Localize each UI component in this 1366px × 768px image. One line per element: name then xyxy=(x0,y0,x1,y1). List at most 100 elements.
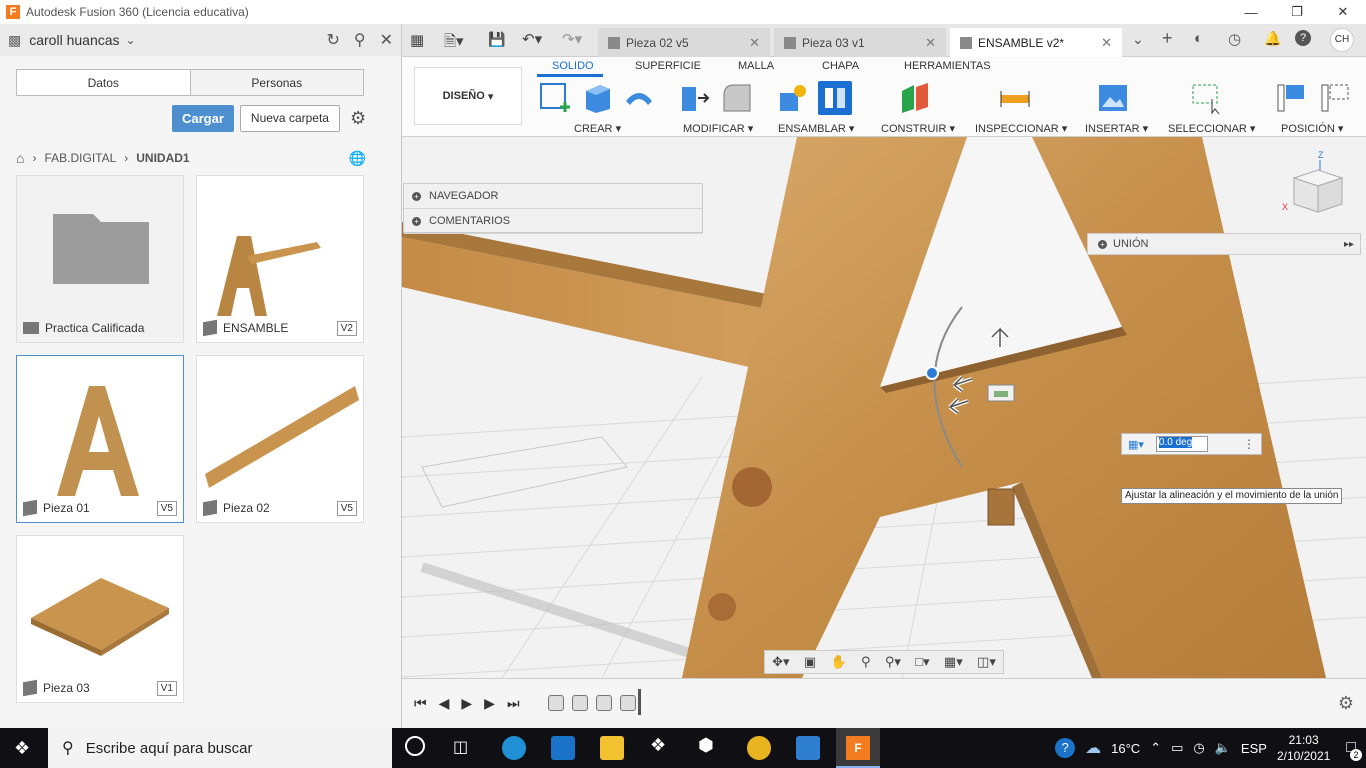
version-badge[interactable]: V5 xyxy=(336,500,357,516)
group-insertar[interactable]: INSERTAR ▾ xyxy=(1085,122,1148,135)
group-seleccionar[interactable]: SELECCIONAR ▾ xyxy=(1168,122,1255,135)
file-explorer-icon[interactable] xyxy=(600,736,624,760)
taskbar-search[interactable]: ⚲ Escribe aquí para buscar xyxy=(48,728,392,768)
photos-icon[interactable] xyxy=(796,736,820,760)
clock[interactable]: 21:03 2/10/2021 xyxy=(1277,732,1330,764)
go-to-end-icon[interactable]: ⏭ xyxy=(507,695,520,712)
new-component-icon[interactable] xyxy=(776,81,810,115)
app-icon[interactable]: ⬢ xyxy=(698,735,714,756)
chevron-down-icon[interactable]: ⌄ xyxy=(126,33,136,47)
timeline-feature-icon[interactable] xyxy=(620,695,636,711)
minimize-button[interactable]: — xyxy=(1228,0,1274,24)
viewcube-icon[interactable]: Z X xyxy=(1280,148,1354,222)
dropbox-icon[interactable]: ❖ xyxy=(650,735,666,756)
weather-icon[interactable]: ☁ xyxy=(1085,738,1101,758)
comments-row[interactable]: + COMENTARIOS xyxy=(404,209,702,234)
wifi-icon[interactable]: ◷ xyxy=(1193,740,1204,756)
tab-datos[interactable]: Datos xyxy=(17,70,191,95)
orbit-icon[interactable]: ✥▾ xyxy=(772,654,789,670)
chevron-down-icon[interactable]: ⌄ xyxy=(1132,31,1144,48)
position-icon[interactable] xyxy=(1274,81,1308,115)
home-icon[interactable]: ⌂ xyxy=(16,150,24,166)
close-tab-icon[interactable]: ✕ xyxy=(749,35,760,51)
close-button[interactable]: ✕ xyxy=(1320,0,1366,24)
timeline-feature-icon[interactable] xyxy=(596,695,612,711)
chrome-icon[interactable] xyxy=(747,736,771,760)
new-tab-icon[interactable]: + xyxy=(1162,28,1173,49)
alignment-dropdown-icon[interactable]: ▦▾ xyxy=(1128,438,1144,451)
language-indicator[interactable]: ESP xyxy=(1241,741,1267,756)
group-construir[interactable]: CONSTRUIR ▾ xyxy=(881,122,955,135)
fillet-icon[interactable] xyxy=(720,81,754,115)
list-item[interactable]: Practica Calificada xyxy=(16,175,184,343)
navigator-row[interactable]: + NAVEGADOR xyxy=(404,184,702,209)
extrude-icon[interactable] xyxy=(580,81,614,115)
redo-icon[interactable]: ↷▾ xyxy=(562,30,582,48)
close-tab-icon[interactable]: ✕ xyxy=(1101,35,1112,51)
mail-icon[interactable] xyxy=(551,736,575,760)
joint-icon[interactable] xyxy=(818,81,852,115)
close-icon[interactable]: ✕ xyxy=(380,30,393,50)
insert-image-icon[interactable] xyxy=(1096,81,1130,115)
search-icon[interactable]: ⚲ xyxy=(354,30,366,50)
file-menu-icon[interactable]: 🗎▾ xyxy=(444,31,464,56)
group-posicion[interactable]: POSICIÓN ▾ xyxy=(1281,122,1343,135)
step-forward-icon[interactable]: ▶ xyxy=(484,695,495,712)
extensions-icon[interactable]: ◐ xyxy=(1194,30,1203,47)
press-pull-icon[interactable] xyxy=(678,81,712,115)
grid-settings-icon[interactable]: ▦▾ xyxy=(944,654,963,670)
refresh-icon[interactable]: ↻ xyxy=(326,30,339,50)
timeline-marker[interactable] xyxy=(638,689,641,715)
group-modificar[interactable]: MODIFICAR ▾ xyxy=(683,122,753,135)
group-ensamblar[interactable]: ENSAMBLAR ▾ xyxy=(778,122,854,135)
play-icon[interactable]: ▶ xyxy=(461,695,472,712)
globe-icon[interactable]: 🌐 xyxy=(349,150,366,167)
expand-dialog-icon[interactable]: ▸▸ xyxy=(1344,239,1354,250)
tab-pieza-03[interactable]: Pieza 03 v1 ✕ xyxy=(774,28,946,57)
select-icon[interactable] xyxy=(1190,81,1224,115)
timeline-feature-icon[interactable] xyxy=(548,695,564,711)
zoom-window-icon[interactable]: ⚲▾ xyxy=(885,654,901,670)
grid-menu-icon[interactable]: ▦ xyxy=(410,31,424,49)
list-item[interactable]: ENSAMBLE V2 xyxy=(196,175,364,343)
create-sketch-icon[interactable] xyxy=(538,81,572,115)
notifications-icon[interactable]: 🔔 xyxy=(1264,30,1281,47)
upload-button[interactable]: Cargar xyxy=(172,105,234,132)
measure-icon[interactable] xyxy=(998,81,1032,115)
restore-button[interactable]: ❐ xyxy=(1274,0,1320,24)
tab-herramientas[interactable]: HERRAMIENTAS xyxy=(904,60,991,72)
task-view-icon[interactable]: ◫ xyxy=(453,737,468,757)
list-item[interactable]: Pieza 01 V5 xyxy=(16,355,184,523)
tab-pieza-02[interactable]: Pieza 02 v5 ✕ xyxy=(598,28,770,57)
more-options-icon[interactable]: ⋮ xyxy=(1243,437,1255,451)
workspace-dropdown[interactable]: DISEÑO ▾ xyxy=(414,67,522,125)
help-icon[interactable]: ? xyxy=(1055,738,1076,758)
group-inspeccionar[interactable]: INSPECCIONAR ▾ xyxy=(975,122,1067,135)
zoom-icon[interactable]: ⚲ xyxy=(861,654,871,670)
job-status-icon[interactable]: ◷ xyxy=(1228,30,1241,48)
windows-start-icon[interactable]: ❖ xyxy=(14,738,30,759)
tab-ensamble[interactable]: ENSAMBLE v2* ✕ xyxy=(950,28,1122,57)
revolve-icon[interactable] xyxy=(622,81,656,115)
viewports-icon[interactable]: ◫▾ xyxy=(977,654,996,670)
help-icon[interactable]: ? xyxy=(1295,30,1311,46)
user-team-dropdown[interactable]: caroll huancas xyxy=(29,32,119,48)
tab-chapa[interactable]: CHAPA xyxy=(822,60,859,72)
timeline-feature-icon[interactable] xyxy=(572,695,588,711)
tab-solido[interactable]: SOLIDO xyxy=(552,60,594,72)
expand-icon[interactable]: + xyxy=(412,216,421,226)
battery-icon[interactable]: ▭ xyxy=(1171,740,1183,756)
expand-icon[interactable]: + xyxy=(1098,239,1107,249)
expand-icon[interactable]: + xyxy=(412,191,421,201)
display-settings-icon[interactable]: □▾ xyxy=(915,654,929,670)
go-to-start-icon[interactable]: ⏮ xyxy=(414,695,427,712)
tab-superficie[interactable]: SUPERFICIE xyxy=(635,60,701,72)
save-icon[interactable]: 💾 xyxy=(488,31,505,48)
avatar[interactable]: CH xyxy=(1330,28,1354,52)
gear-icon[interactable]: ⚙ xyxy=(350,108,366,129)
pan-icon[interactable]: ✋ xyxy=(831,654,847,670)
tab-malla[interactable]: MALLA xyxy=(738,60,774,72)
version-badge[interactable]: V2 xyxy=(336,320,357,336)
gear-icon[interactable]: ⚙ xyxy=(1338,693,1354,714)
position-revert-icon[interactable] xyxy=(1318,81,1352,115)
